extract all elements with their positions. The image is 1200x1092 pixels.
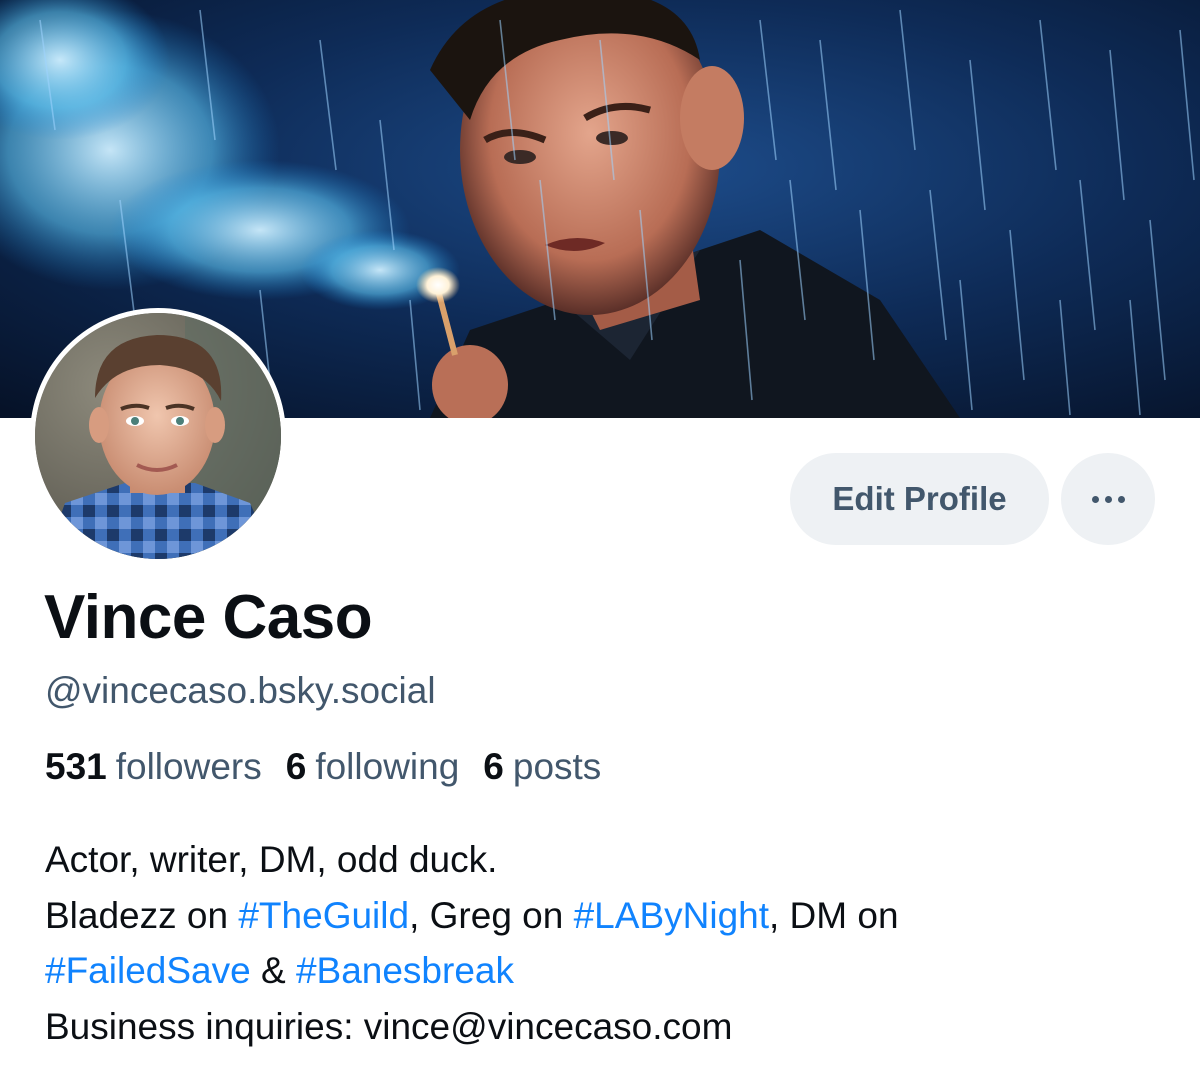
followers-link[interactable]: 531 followers <box>45 746 262 788</box>
followers-label: followers <box>115 746 262 787</box>
display-name: Vince Caso <box>44 583 373 652</box>
bio-line: Bladezz on #TheGuild, Greg on #LAByNight… <box>45 888 1165 944</box>
bio-text: Actor, writer, DM, odd duck. <box>45 839 498 880</box>
following-count: 6 <box>285 746 307 787</box>
avatar[interactable] <box>30 308 286 564</box>
profile-bio: Actor, writer, DM, odd duck. Bladezz on … <box>45 832 1165 1054</box>
bio-text: Business inquiries: vince@vincecaso.com <box>45 1005 733 1047</box>
bio-line: Business inquiries: vince@vincecaso.com <box>45 999 1165 1055</box>
more-horizontal-icon <box>1091 495 1125 503</box>
bio-text: , DM on <box>769 894 899 936</box>
hashtag-link-failedsave[interactable]: #FailedSave <box>45 950 251 991</box>
hashtag-link-labynight[interactable]: #LAByNight <box>574 895 769 936</box>
bio-text: , Greg on <box>409 894 574 936</box>
posts-count: 6 <box>483 746 504 787</box>
followers-count: 531 <box>45 746 107 787</box>
hashtag-link-theguild[interactable]: #TheGuild <box>238 895 409 936</box>
hashtag-link-banesbreak[interactable]: #Banesbreak <box>296 950 514 991</box>
more-options-button[interactable] <box>1061 453 1155 545</box>
profile-handle: @vincecaso.bsky.social <box>45 670 436 711</box>
following-link[interactable]: 6 following <box>286 746 460 788</box>
posts-label: posts <box>512 746 602 787</box>
bio-text: & <box>250 950 296 991</box>
bio-text: Bladezz on <box>45 894 239 936</box>
bio-line: Actor, writer, DM, odd duck. <box>45 832 1165 888</box>
posts-stat: 6 posts <box>483 746 601 788</box>
bio-line: #FailedSave & #Banesbreak <box>45 943 1165 999</box>
edit-profile-button[interactable]: Edit Profile <box>790 453 1049 545</box>
profile-page: Edit Profile Vince Caso @vincecaso.bsky.… <box>0 0 1200 1092</box>
profile-stats: 531 followers 6 following 6 posts <box>45 746 625 788</box>
following-label: following <box>315 746 460 787</box>
